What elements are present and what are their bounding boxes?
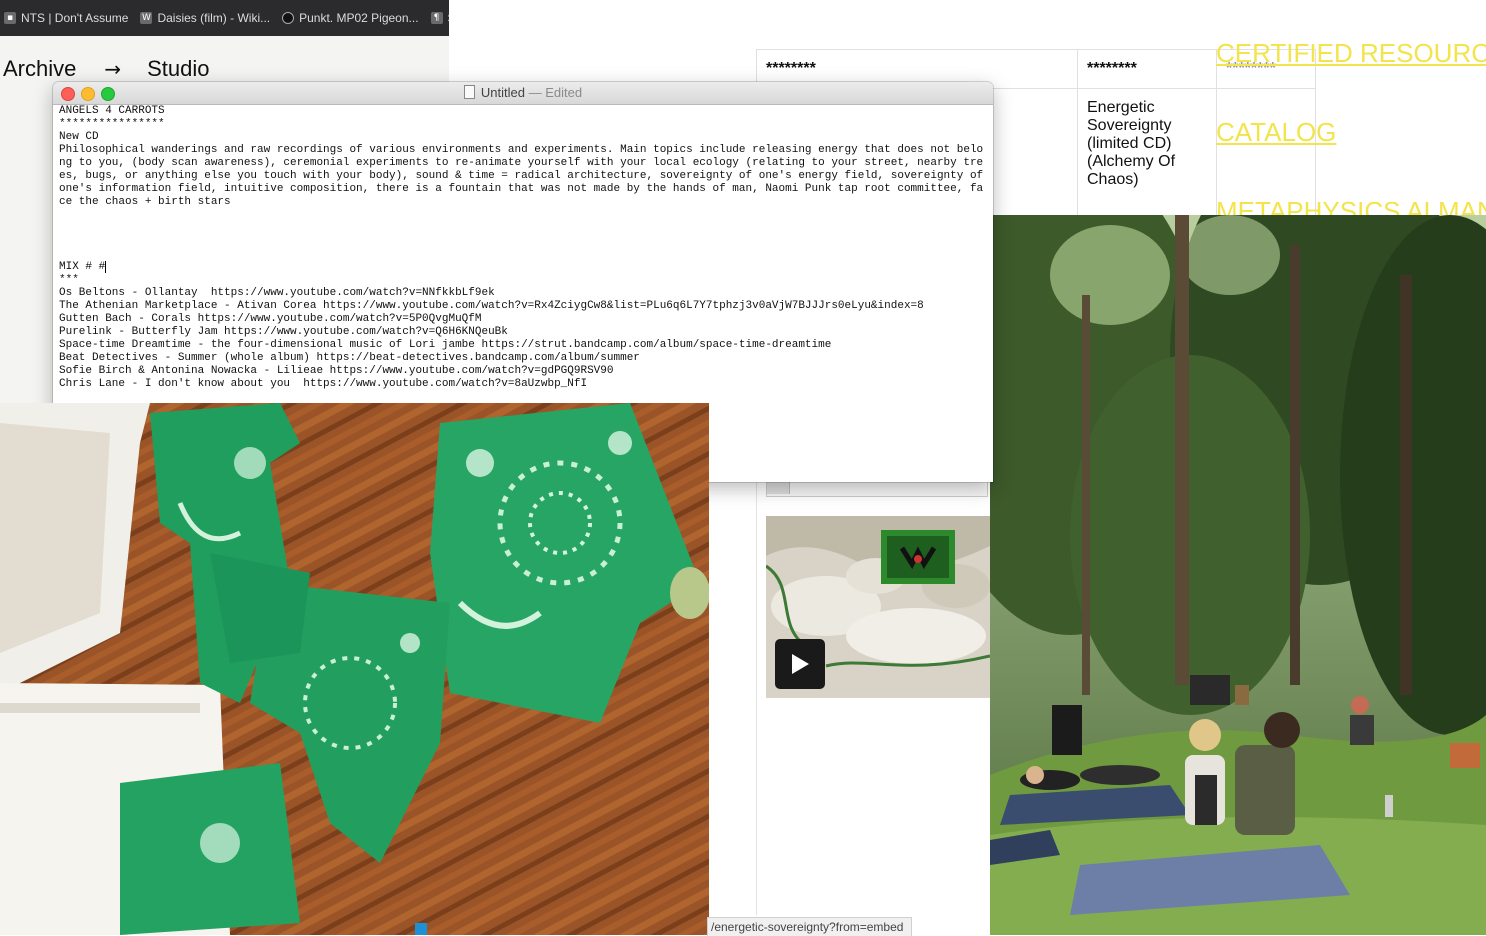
doc-subheading: New CD: [59, 131, 99, 143]
forest-gathering-photo: [990, 215, 1486, 935]
edited-indicator: — Edited: [528, 85, 583, 100]
status-url-bar: /energetic-sovereignty?from=embed: [707, 917, 913, 936]
browser-tab[interactable]: ¶ S: [427, 0, 449, 36]
document-body[interactable]: ANGELS 4 CARROTS **************** New CD Ph…: [53, 105, 993, 391]
tie-dye-shirts-photo: [0, 403, 709, 935]
catalog-item-title[interactable]: Energetic Sovereignty (limited CD) (Alch…: [1077, 88, 1217, 218]
mix-stars: ***: [59, 274, 79, 286]
site-nav: Archive → Studio: [3, 56, 210, 82]
video-embed[interactable]: [766, 516, 990, 698]
zoom-button[interactable]: [101, 87, 115, 101]
track-item: Space-time Dreamtime - the four-dimensio…: [59, 339, 832, 351]
doc-heading: ANGELS 4 CARROTS: [59, 105, 165, 117]
mix-heading: MIX # #: [59, 261, 987, 274]
nav-link-catalog[interactable]: CATALOG: [1216, 117, 1486, 148]
close-button[interactable]: [61, 87, 75, 101]
embed-scrollbar[interactable]: [766, 481, 988, 497]
track-list: Os Beltons - Ollantay https://www.youtub…: [59, 287, 987, 391]
play-button[interactable]: [775, 639, 825, 689]
browser-tab[interactable]: W Daisies (film) - Wiki...: [136, 0, 278, 36]
nav-archive-link[interactable]: Archive: [3, 56, 76, 82]
table-header-cell: ********: [1077, 49, 1217, 89]
nts-icon: ▪: [4, 12, 16, 24]
window-title: Untitled: [480, 85, 525, 100]
tab-label: Punkt. MP02 Pigeon...: [299, 11, 419, 25]
window-titlebar[interactable]: Untitled — Edited: [53, 82, 993, 105]
tab-label: NTS | Don't Assume: [21, 11, 129, 25]
track-item: Purelink - Butterfly Jam https://www.you…: [59, 326, 508, 338]
track-item: Os Beltons - Ollantay https://www.youtub…: [59, 287, 495, 299]
circle-icon: [282, 12, 295, 24]
catalog-nav: CERTIFIED RESOURCE CATALOG METAPHYSICS A…: [1216, 38, 1486, 227]
forest-scene: [990, 215, 1486, 935]
wikipedia-icon: W: [140, 12, 153, 24]
tab-label: Daisies (film) - Wiki...: [157, 11, 271, 25]
play-icon: [792, 654, 809, 674]
track-item: Sofie Birch & Antonina Nowacka - Lilieae…: [59, 365, 614, 377]
shirts-scene: [0, 403, 709, 935]
mix-heading-text: MIX # #: [59, 261, 106, 273]
browser-tab-bar: ▪ NTS | Don't Assume W Daisies (film) - …: [0, 0, 449, 36]
track-item: The Athenian Marketplace - Ativan Corea …: [59, 300, 924, 312]
nav-studio-link[interactable]: Studio: [147, 56, 209, 82]
browser-tab[interactable]: Punkt. MP02 Pigeon...: [278, 0, 426, 36]
minimize-button[interactable]: [81, 87, 95, 101]
site-icon: ¶: [430, 12, 443, 24]
nav-link-certified-resource[interactable]: CERTIFIED RESOURCE: [1216, 38, 1486, 69]
track-item: Gutten Bach - Corals https://www.youtube…: [59, 313, 482, 325]
blank-space: [59, 209, 987, 261]
doc-description: Philosophical wanderings and raw recordi…: [59, 144, 990, 208]
document-icon: [463, 85, 475, 99]
track-item: Beat Detectives - Summer (whole album) h…: [59, 352, 640, 364]
text-cursor: [105, 261, 107, 273]
scrollbar-thumb[interactable]: [767, 482, 790, 494]
doc-stars: ****************: [59, 118, 165, 130]
track-item: Chris Lane - I don't know about you http…: [59, 378, 588, 390]
tab-label: S: [448, 11, 449, 25]
arrow-right-icon: →: [104, 57, 122, 81]
browser-tab[interactable]: ▪ NTS | Don't Assume: [0, 0, 136, 36]
